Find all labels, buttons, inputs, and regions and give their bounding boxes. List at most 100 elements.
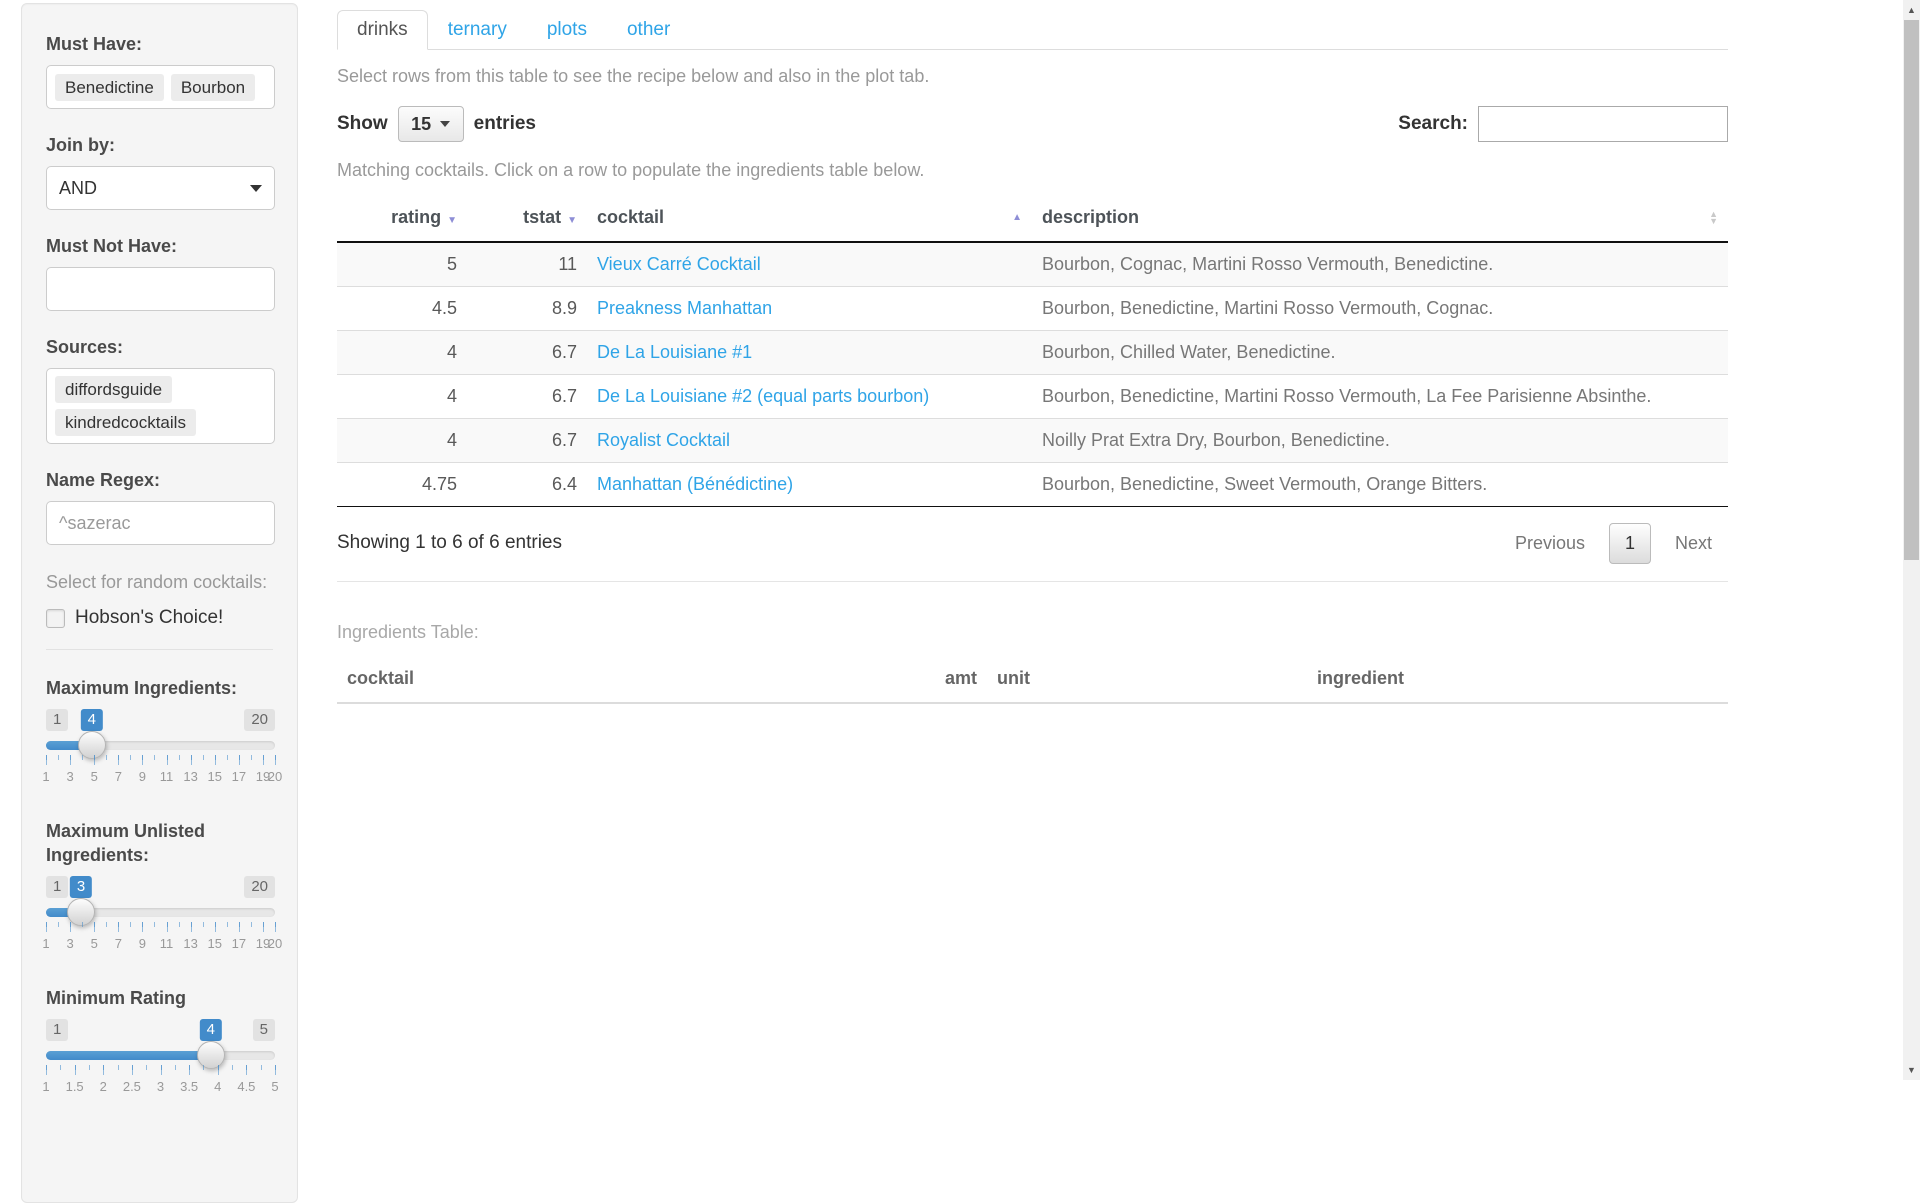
cocktail-link[interactable]: Royalist Cocktail — [597, 430, 730, 450]
filters-sidebar: Must Have: BenedictineBourbon Join by: A… — [21, 3, 298, 1203]
hobsons-choice-checkbox[interactable] — [46, 609, 65, 628]
rating-cell: 4 — [337, 331, 467, 375]
next-page-button[interactable]: Next — [1659, 523, 1728, 564]
slider-tick — [82, 755, 83, 760]
cocktail-link[interactable]: De La Louisiane #2 (equal parts bourbon) — [597, 386, 929, 406]
tstat-cell: 6.7 — [467, 331, 587, 375]
slider-tick-label: 11 — [160, 769, 174, 784]
slider-tick — [275, 922, 276, 932]
tstat-cell: 6.7 — [467, 419, 587, 463]
slider-tick-label: 3 — [157, 1079, 164, 1094]
chevron-down-icon — [440, 121, 450, 127]
cocktails-table: rating▼ tstat▼ cocktail▲ description▲▼ 5… — [337, 194, 1728, 507]
cocktail-link[interactable]: Preakness Manhattan — [597, 298, 772, 318]
slider-tick — [261, 1065, 262, 1070]
section-divider — [337, 581, 1728, 582]
slider-tick — [161, 1065, 162, 1075]
slider-min-label: 1 — [46, 876, 68, 898]
tab-plots[interactable]: plots — [527, 10, 607, 50]
slider-tick — [58, 922, 59, 927]
slider-tick — [203, 755, 204, 760]
vertical-scrollbar[interactable]: ▲ ▼ — [1903, 0, 1920, 1080]
slider-tick-label: 11 — [160, 936, 174, 951]
cocktail-link[interactable]: Manhattan (Bénédictine) — [597, 474, 793, 494]
tstat-cell: 11 — [467, 242, 587, 287]
ingredients-table-title: Ingredients Table: — [337, 622, 1728, 643]
hobsons-choice-label: Hobson's Choice! — [75, 607, 223, 629]
must-not-have-input[interactable] — [46, 267, 275, 311]
slider-tick — [103, 1065, 104, 1075]
description-cell: Bourbon, Benedictine, Martini Rosso Verm… — [1032, 287, 1728, 331]
tab-ternary[interactable]: ternary — [428, 10, 527, 50]
slider-tick — [58, 755, 59, 760]
slider-track[interactable] — [46, 1051, 275, 1060]
slider-tick — [179, 922, 180, 927]
ingredients-header-row: cocktail amt unit ingredient — [337, 655, 1728, 703]
name-regex-input[interactable] — [46, 501, 275, 545]
slider-tick — [167, 755, 168, 765]
slider-tick — [46, 755, 47, 765]
scrollbar-thumb[interactable] — [1904, 20, 1919, 560]
slider-tick — [218, 1065, 219, 1075]
page-length-select[interactable]: 15 — [398, 106, 464, 142]
column-header-ingredient[interactable]: ingredient — [1307, 655, 1728, 703]
search-label: Search: — [1398, 113, 1468, 135]
column-header-ing-cocktail[interactable]: cocktail — [337, 655, 897, 703]
column-header-unit[interactable]: unit — [987, 655, 1307, 703]
cocktails-table-header-row: rating▼ tstat▼ cocktail▲ description▲▼ — [337, 194, 1728, 242]
slider-tick — [191, 922, 192, 932]
column-header-amt[interactable]: amt — [897, 655, 987, 703]
scroll-down-icon[interactable]: ▼ — [1903, 1062, 1920, 1078]
must-have-input[interactable]: Benedictine Bourbon — [46, 65, 275, 109]
slider-tick-label: 7 — [115, 936, 122, 951]
rating-cell: 4.75 — [337, 463, 467, 507]
must-have-tag[interactable]: Bourbon — [171, 74, 255, 101]
slider-control: Minimum Rating15411.522.533.544.55 — [46, 986, 273, 1103]
column-header-description[interactable]: description▲▼ — [1032, 194, 1728, 242]
source-tag[interactable]: diffordsguide — [55, 376, 172, 403]
slider-tick — [175, 1065, 176, 1070]
main-panel: drinksternaryplotsother Select rows from… — [337, 0, 1728, 704]
entries-label: entries — [474, 113, 536, 135]
previous-page-button[interactable]: Previous — [1499, 523, 1601, 564]
sort-unsorted-icon: ▲▼ — [1709, 211, 1718, 225]
slider-tick-label: 4 — [214, 1079, 221, 1094]
cocktail-cell: De La Louisiane #1 — [587, 331, 1032, 375]
page-1-button[interactable]: 1 — [1609, 523, 1651, 564]
slider-tick — [263, 922, 264, 932]
source-tag[interactable]: kindredcocktails — [55, 409, 196, 436]
cocktail-link[interactable]: De La Louisiane #1 — [597, 342, 752, 362]
column-header-cocktail[interactable]: cocktail▲ — [587, 194, 1032, 242]
ingredients-table: cocktail amt unit ingredient — [337, 655, 1728, 704]
table-row[interactable]: 511Vieux Carré CocktailBourbon, Cognac, … — [337, 242, 1728, 287]
slider-tick — [191, 755, 192, 765]
column-header-rating[interactable]: rating▼ — [337, 194, 467, 242]
slider-grid: 13579111315171920 — [46, 755, 275, 793]
slider-tick — [239, 755, 240, 765]
tab-other[interactable]: other — [607, 10, 690, 50]
scroll-up-icon[interactable]: ▲ — [1903, 2, 1920, 18]
table-row[interactable]: 46.7De La Louisiane #2 (equal parts bour… — [337, 375, 1728, 419]
table-row[interactable]: 46.7Royalist CocktailNoilly Prat Extra D… — [337, 419, 1728, 463]
sort-desc-icon: ▼ — [447, 215, 457, 226]
table-controls: Show 15 entries Search: — [337, 106, 1728, 142]
slider-tick — [251, 922, 252, 927]
slider-tick-label: 9 — [139, 936, 146, 951]
slider-tick — [60, 1065, 61, 1070]
table-row[interactable]: 4.58.9Preakness ManhattanBourbon, Benedi… — [337, 287, 1728, 331]
tab-drinks[interactable]: drinks — [337, 10, 428, 50]
slider-tick — [189, 1065, 190, 1075]
must-have-tag[interactable]: Benedictine — [55, 74, 164, 101]
slider-max-label: 20 — [244, 876, 275, 898]
sources-input[interactable]: diffordsguide kindredcocktails — [46, 368, 275, 444]
column-header-tstat[interactable]: tstat▼ — [467, 194, 587, 242]
must-not-have-label: Must Not Have: — [46, 234, 273, 258]
table-row[interactable]: 46.7 De La Louisiane #1 Bourbon, Chilled W… — [337, 331, 1728, 375]
description-cell: Bourbon, Chilled Water, Benedictine. — [1032, 331, 1728, 375]
join-by-select[interactable]: AND — [46, 166, 275, 210]
cocktail-link[interactable]: Vieux Carré Cocktail — [597, 254, 761, 274]
slider-tick — [263, 755, 264, 765]
table-row[interactable]: 4.756.4Manhattan (Bénédictine)Bourbon, B… — [337, 463, 1728, 507]
slider-tick — [146, 1065, 147, 1070]
search-input[interactable] — [1478, 106, 1728, 142]
